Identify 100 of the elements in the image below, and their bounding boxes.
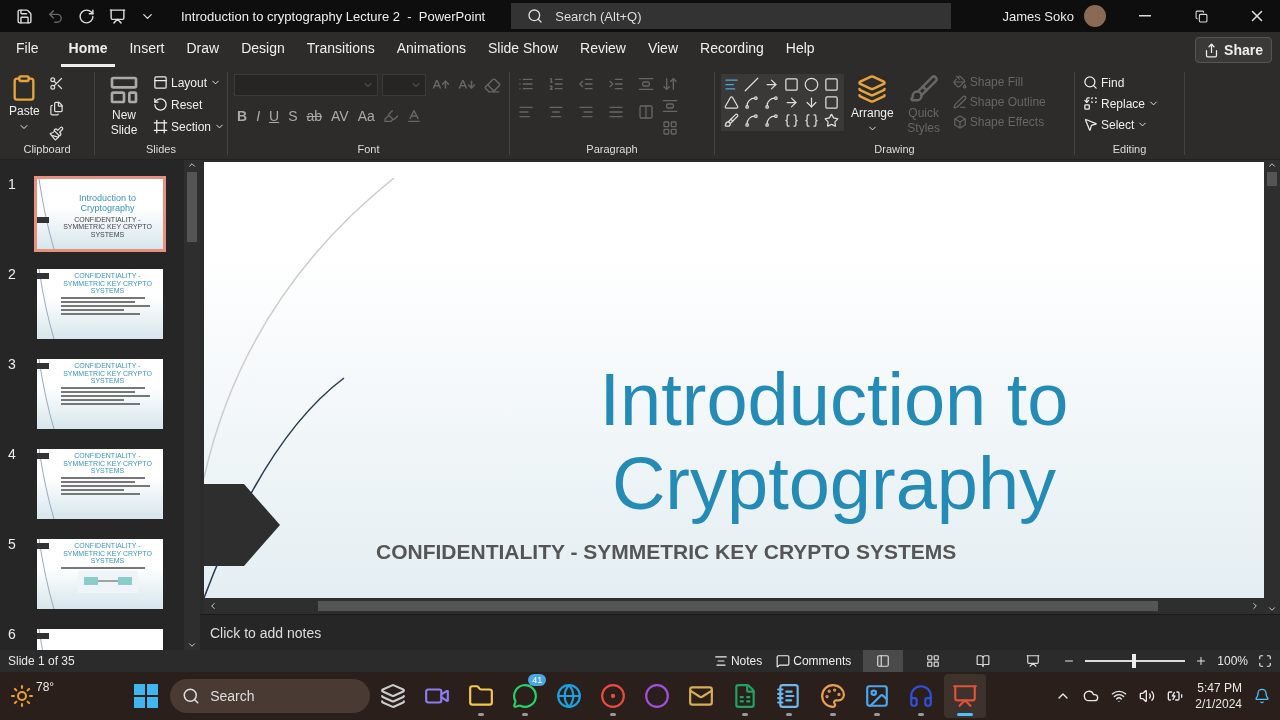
ribbon-tab[interactable]: Animations — [388, 33, 474, 67]
line-icon[interactable] — [744, 77, 759, 92]
font-name-field[interactable] — [234, 74, 378, 96]
restore-icon — [1194, 9, 1208, 23]
slide-number: 4 — [8, 446, 16, 462]
arrow-icon[interactable] — [764, 77, 779, 92]
ribbon-tab[interactable]: File — [8, 33, 47, 67]
bell-icon[interactable] — [1254, 688, 1270, 704]
speaker-icon[interactable] — [1139, 688, 1156, 704]
layers-icon — [857, 74, 888, 104]
smartart-button[interactable] — [660, 118, 680, 138]
scrollbar-thumb[interactable] — [1267, 172, 1277, 186]
oval-icon[interactable] — [804, 77, 819, 92]
search-field[interactable]: Search (Alt+Q) — [511, 3, 952, 29]
scroll-down-icon[interactable] — [1267, 604, 1277, 614]
ribbon-tab[interactable]: Review — [572, 33, 634, 67]
presentation-icon[interactable] — [952, 683, 979, 709]
arrow-icon[interactable] — [804, 95, 819, 110]
font-format-button[interactable]: Aa — [354, 108, 378, 124]
paste-button[interactable]: Paste — [6, 74, 43, 133]
wifi-icon[interactable] — [1111, 688, 1128, 704]
stacked-windows-icon[interactable] — [380, 683, 407, 709]
taskbar-search-field[interactable]: Search — [170, 679, 371, 713]
image-icon[interactable] — [864, 683, 891, 709]
search-placeholder: Search (Alt+Q) — [555, 8, 642, 24]
editing-button[interactable]: Replace — [1081, 95, 1162, 112]
editing-button[interactable]: Find — [1081, 74, 1162, 91]
headphones-icon[interactable] — [908, 683, 935, 709]
ribbon-tab[interactable]: Slide Show — [479, 33, 566, 67]
slides-menu-button[interactable]: Section — [151, 118, 228, 135]
ribbon-tab[interactable]: Recording — [692, 33, 772, 67]
bullets-icon — [518, 76, 534, 92]
star-icon[interactable] — [824, 113, 839, 128]
ribbon-tab[interactable]: Help — [777, 33, 823, 67]
arrange-button[interactable]: Arrange — [848, 74, 897, 134]
save-icon — [16, 7, 33, 25]
ribbon-tab[interactable]: Design — [233, 33, 293, 67]
font-format-button[interactable]: I — [253, 108, 263, 124]
scroll-up-icon[interactable] — [1267, 160, 1277, 170]
curve-icon[interactable] — [744, 113, 759, 128]
font-size-field[interactable] — [382, 74, 426, 96]
scroll-right-icon[interactable] — [1250, 601, 1260, 611]
fit-slide-icon[interactable] — [1258, 654, 1272, 668]
zoom-thumb[interactable] — [1132, 654, 1137, 668]
rectangle-icon[interactable] — [784, 77, 799, 92]
ribbon-tab[interactable]: Draw — [178, 33, 228, 67]
font-format-button[interactable]: U — [266, 108, 283, 124]
curve-icon[interactable] — [764, 113, 779, 128]
copy-icon — [48, 101, 64, 116]
cloud-icon[interactable] — [1083, 688, 1100, 704]
editing-button[interactable]: Select — [1081, 116, 1162, 133]
ribbon-tab[interactable]: View — [639, 33, 686, 67]
zoom-in-icon[interactable] — [1195, 655, 1208, 667]
ribbon-tab[interactable]: Insert — [121, 33, 173, 67]
brace-icon[interactable] — [804, 113, 819, 128]
slide-number: 5 — [8, 536, 16, 552]
normal-view-button[interactable] — [863, 650, 904, 672]
share-button[interactable]: Share — [1195, 37, 1272, 63]
scrollbar-thumb[interactable] — [187, 172, 197, 242]
text-box-icon[interactable] — [724, 77, 739, 92]
rounded-rectangle-icon[interactable] — [824, 77, 839, 92]
weather-icon[interactable] — [10, 684, 34, 708]
notes-field[interactable]: Click to add notes — [210, 624, 322, 641]
font-format-button[interactable]: AV — [328, 108, 352, 124]
start-icon[interactable] — [134, 684, 159, 708]
freeform-icon[interactable] — [724, 113, 739, 128]
ribbon-tab[interactable]: Transitions — [298, 33, 383, 67]
slides-menu-button[interactable]: Reset — [151, 96, 228, 113]
font-format-button[interactable]: ab — [303, 108, 326, 124]
scissors-icon — [48, 76, 64, 91]
columns-icon — [638, 104, 654, 120]
group-label: Font — [357, 143, 380, 155]
slides-menu-button[interactable]: Layout — [151, 74, 228, 91]
folder-icon[interactable] — [468, 683, 495, 709]
scroll-down-icon[interactable] — [187, 640, 197, 650]
comments-button[interactable]: Comments — [774, 653, 854, 669]
globe-icon[interactable] — [556, 683, 583, 709]
scroll-up-icon[interactable] — [187, 160, 197, 170]
battery-icon[interactable] — [1167, 688, 1184, 704]
triangle-icon[interactable] — [724, 95, 739, 110]
rectangle-icon[interactable] — [824, 95, 839, 110]
brace-icon[interactable] — [784, 113, 799, 128]
date: 2/1/2024 — [1195, 696, 1242, 712]
scrollbar-thumb[interactable] — [318, 601, 1158, 611]
clock[interactable]: 5:47 PM 2/1/2024 — [1195, 680, 1242, 712]
slide-decoration-drawing — [37, 449, 55, 519]
palette-icon[interactable] — [820, 683, 847, 709]
scroll-left-icon[interactable] — [208, 601, 218, 611]
redo-icon — [78, 7, 95, 25]
new-slide-button[interactable]: New Slide — [101, 74, 147, 138]
connector-icon[interactable] — [764, 95, 779, 110]
arrow-icon[interactable] — [784, 95, 799, 110]
chat-bubble-icon[interactable] — [512, 683, 539, 709]
notes-button[interactable]: Notes — [711, 653, 765, 669]
ring-icon[interactable] — [644, 683, 671, 709]
brush-icon — [908, 74, 939, 104]
font-format-button[interactable]: S — [285, 108, 301, 124]
connector-icon[interactable] — [744, 95, 759, 110]
envelope-icon[interactable] — [688, 683, 715, 709]
font-format-button[interactable]: B — [234, 108, 251, 124]
